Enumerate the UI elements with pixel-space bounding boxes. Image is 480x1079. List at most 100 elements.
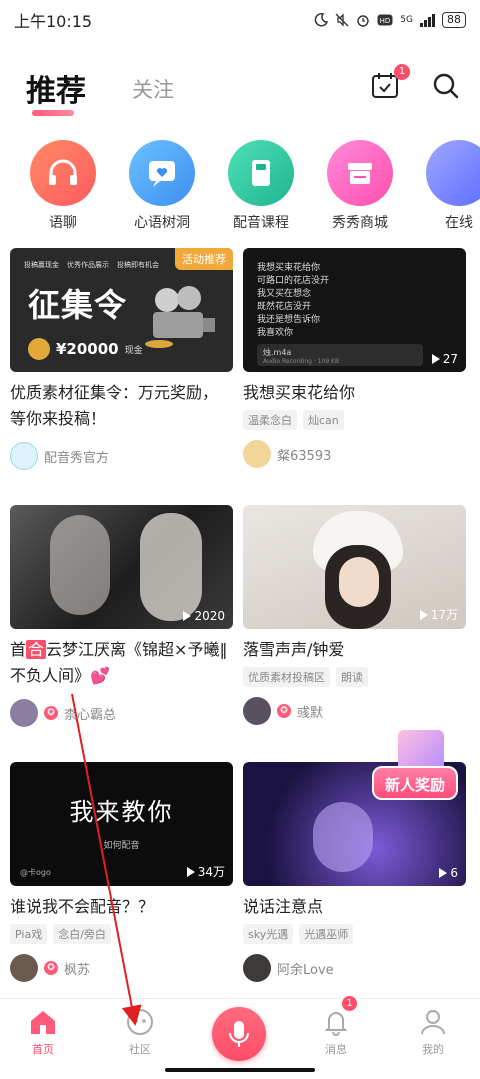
play-count-value: 34万: [197, 865, 225, 879]
status-icons: HD 5G 88: [314, 12, 466, 28]
feed-card[interactable]: 活动推荐 投稿赢现金 优秀作品展示 投稿即有机会 征集令 ¥20000 现金 优…: [10, 248, 233, 470]
nav-community-label: 社区: [129, 1043, 151, 1056]
alarm-icon: [356, 13, 370, 27]
online-icon: [426, 140, 480, 206]
tag[interactable]: 光遇巫师: [299, 924, 354, 944]
audio-attachment: 烛.m4a Audio Recording · 109 KB: [257, 344, 423, 366]
headphones-icon: [30, 140, 96, 206]
top-tabs: 推荐 关注 1: [0, 58, 480, 118]
quick-entry-label: 心语树洞: [134, 215, 190, 230]
quick-entry-row: 语聊 心语树洞 配音课程 秀秀商城 在线: [0, 140, 480, 230]
coin-icon: [28, 338, 50, 360]
card-author[interactable]: 粲63593: [243, 440, 466, 468]
nav-mine[interactable]: 我的: [393, 1007, 473, 1057]
status-bar: 上午10:15 HD 5G 88: [0, 0, 480, 40]
hd-icon: HD: [377, 14, 393, 26]
quick-entry-mall[interactable]: 秀秀商城: [310, 140, 410, 230]
thumb-text: 优秀作品展示: [67, 261, 109, 269]
play-icon: [419, 609, 428, 620]
card-author[interactable]: ✪ 柰心霸总: [10, 699, 233, 727]
play-icon: [183, 611, 192, 621]
play-count-value: 2020: [194, 609, 225, 623]
nav-community[interactable]: 社区: [100, 1007, 180, 1057]
feed-card[interactable]: 我来教你 如何配音 @卡ogo 34万 谁说我不会配音？？ Pia戏 念白/旁白…: [10, 762, 233, 982]
card-author[interactable]: ✪ 枫苏: [10, 954, 233, 982]
thumb-text: 我想买束花给你: [257, 263, 321, 273]
vip-badge-icon: ✪: [277, 704, 291, 718]
author-name: 枫苏: [64, 962, 91, 978]
tag[interactable]: 优质素材投稿区: [243, 667, 330, 687]
tag[interactable]: 念白/旁白: [53, 924, 111, 944]
sticker-label: 新人奖励: [372, 766, 458, 800]
quick-entry-dubbing-course[interactable]: 配音课程: [211, 140, 311, 230]
quick-entry-tree-hole[interactable]: 心语树洞: [112, 140, 212, 230]
card-title: 落雪声声/钟爱: [243, 640, 345, 659]
tag[interactable]: 灿can: [303, 410, 344, 430]
nav-messages-label: 消息: [325, 1043, 347, 1056]
community-icon: [125, 1007, 155, 1037]
card-author[interactable]: ✪ 彧默: [243, 697, 466, 725]
play-count: 17万: [419, 606, 458, 623]
play-icon: [439, 868, 448, 878]
tag[interactable]: 温柔念白: [243, 410, 297, 430]
record-mic-button[interactable]: [212, 1007, 266, 1061]
tag[interactable]: 朗读: [336, 667, 368, 687]
book-icon: [228, 140, 294, 206]
play-count-value: 27: [442, 352, 458, 366]
moon-icon: [314, 13, 329, 27]
title-prefix: 首: [10, 640, 27, 659]
avatar: [10, 954, 38, 982]
card-thumbnail: 2020: [10, 505, 233, 629]
nav-home[interactable]: 首页: [3, 1007, 83, 1057]
card-tags: Pia戏 念白/旁白: [10, 924, 233, 944]
thumb-subtitle: 如何配音: [103, 841, 140, 851]
feed-card[interactable]: 17万 落雪声声/钟爱 优质素材投稿区 朗读 ✪ 彧默: [243, 505, 466, 725]
card-author[interactable]: 阿余Love: [243, 954, 466, 982]
projector-icon: [139, 278, 219, 362]
avatar: [243, 697, 271, 725]
tag[interactable]: Pia戏: [10, 924, 48, 944]
audio-file-info: Audio Recording · 109 KB: [263, 358, 340, 365]
event-badge: 活动推荐: [175, 248, 233, 270]
feed-card[interactable]: 2020 首合云梦江厌离《锦超×予曦‖不负人间》💕 ✪ 柰心霸总: [10, 505, 233, 727]
mute-icon: [335, 13, 349, 27]
thumb-text: 我还是想告诉你: [257, 315, 321, 325]
home-icon: [28, 1007, 58, 1037]
store-icon: [327, 140, 393, 206]
newcomer-reward-sticker[interactable]: 新人奖励: [370, 730, 470, 812]
tag[interactable]: sky光遇: [243, 924, 294, 944]
play-count-value: 6: [450, 866, 458, 880]
calendar-badge: 1: [394, 64, 410, 80]
search-icon[interactable]: [432, 72, 460, 100]
quick-entry-label: 秀秀商城: [332, 215, 388, 230]
thumb-text: 投稿即有机会: [117, 261, 159, 269]
svg-text:HD: HD: [380, 17, 391, 25]
tab-recommend[interactable]: 推荐: [26, 66, 86, 110]
quick-entry-online[interactable]: 在线: [409, 140, 480, 230]
author-name: 配音秀官方: [44, 450, 110, 466]
network-type: 5G: [400, 15, 413, 25]
play-count: 2020: [183, 609, 225, 623]
user-icon: [418, 1007, 448, 1037]
nav-messages[interactable]: 消息: [296, 1007, 376, 1057]
home-indicator: [165, 1068, 315, 1072]
thumb-text: 投稿赢现金: [24, 261, 59, 269]
author-name: 柰心霸总: [64, 707, 117, 723]
battery-icon: 88: [442, 12, 466, 28]
card-author[interactable]: 配音秀官方: [10, 442, 233, 470]
signal-icon: [420, 13, 435, 27]
quick-entry-voice-chat[interactable]: 语聊: [13, 140, 113, 230]
nav-mine-label: 我的: [422, 1043, 444, 1056]
nav-home-label: 首页: [32, 1043, 54, 1056]
author-name: 粲63593: [277, 448, 332, 464]
card-thumbnail: 我来教你 如何配音 @卡ogo 34万: [10, 762, 233, 886]
card-tags: 温柔念白 灿can: [243, 410, 466, 430]
avatar: [10, 442, 38, 470]
vip-badge-icon: ✪: [44, 961, 58, 975]
tab-active-indicator: [32, 110, 74, 116]
tab-follow[interactable]: 关注: [132, 74, 174, 104]
vip-badge-icon: ✪: [44, 706, 58, 720]
heart-chat-icon: [129, 140, 195, 206]
thumb-text: 我喜欢你: [257, 328, 294, 338]
feed-card[interactable]: 我想买束花给你 可路口的花店没开 我又买在想念 既然花店没开 我还是想告诉你 我…: [243, 248, 466, 468]
